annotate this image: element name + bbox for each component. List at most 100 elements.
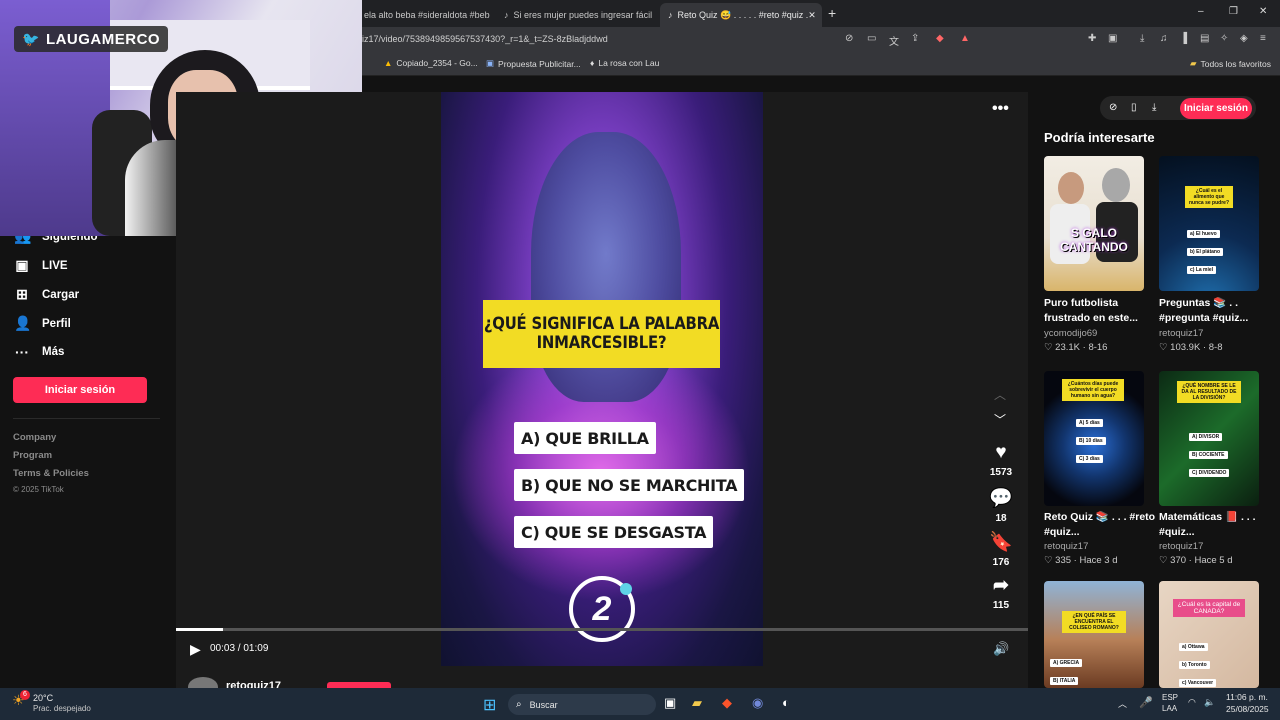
windows-start-icon[interactable]: ⊞ [483, 695, 496, 715]
progress-bar[interactable] [176, 628, 1028, 631]
card-title[interactable]: Reto Quiz 📚 . . . #reto #quiz... [1044, 510, 1156, 540]
comment-button[interactable]: 💬 18 [985, 486, 1017, 524]
folder-icon: ▰ [1190, 58, 1197, 68]
tray-chevron-icon[interactable]: ︿ [1118, 697, 1127, 710]
card-title[interactable]: Matemáticas 📕 . . . #quiz... [1159, 510, 1271, 540]
media-icon[interactable]: ♫ [1160, 33, 1168, 44]
url-field[interactable]: iz17/video/7538949859567537430?_r=1&_t=Z… [362, 34, 608, 44]
bookmark-3-label: La rosa con Lau [598, 58, 660, 68]
card-meta: ♡ 335 · Hace 3 d [1044, 555, 1118, 566]
sidebar-item-profile[interactable]: 👤 Perfil [14, 315, 71, 332]
sidebar-item-more[interactable]: ··· Más [14, 344, 64, 360]
discord-icon[interactable]: ◉ [752, 695, 763, 711]
card-option: a) Ottawa [1179, 643, 1208, 651]
chevron-down-icon[interactable]: ﹀ [994, 411, 1006, 428]
card-user[interactable]: retoquiz17 [1159, 328, 1203, 339]
card-meta: ♡ 23.1K · 8-16 [1044, 342, 1108, 353]
sidebar-item-label: Perfil [42, 317, 71, 330]
video-card[interactable]: ¿QUÉ NOMBRE SE LE DA AL RESULTADO DE LA … [1159, 371, 1259, 506]
card-title[interactable]: Preguntas 📚 . . #pregunta #quiz... [1159, 296, 1271, 326]
video-card[interactable]: ¿Cuál es el alimento que nunca se pudre?… [1159, 156, 1259, 291]
taskbar-search[interactable]: ⌕ Buscar [508, 694, 656, 715]
tab-2[interactable]: ♪ Si eres mujer puedes ingresar fácil a [496, 3, 654, 27]
card-user[interactable]: retoquiz17 [1044, 541, 1088, 552]
video-card[interactable]: S GALO CANTANDO [1044, 156, 1144, 291]
login-button-top[interactable]: Iniciar sesión [1180, 98, 1252, 119]
card-title[interactable]: Puro futbolista frustrado en este... [1044, 296, 1156, 326]
tab-3-label: Reto Quiz 😅 . . . . . #reto #quiz . [677, 9, 809, 20]
extensions-icon[interactable]: ✚ [1088, 33, 1096, 44]
volume-icon[interactable]: 🔊 [993, 641, 1009, 657]
lang-layout: LAA [1162, 704, 1178, 713]
divider [13, 418, 160, 419]
vpn-icon[interactable]: ◈ [1240, 33, 1248, 44]
brave-shield-icon[interactable]: ◆ [936, 33, 944, 44]
heart-outline-icon: ♡ [1044, 342, 1053, 353]
close-window-button[interactable]: ✕ [1259, 6, 1267, 17]
page-icon: ♦ [590, 58, 595, 68]
like-button[interactable]: ♥ 1573 [985, 442, 1017, 478]
save-button[interactable]: 🔖 176 [985, 530, 1017, 568]
sidebar-toggle-icon[interactable]: ▐ [1180, 33, 1187, 44]
video-card[interactable]: ¿Cuál es la capital de CANADA? a) Ottawa… [1159, 581, 1259, 688]
brave-icon[interactable]: ◆ [722, 695, 732, 711]
phone-icon[interactable]: ▯ [1131, 102, 1137, 113]
rewards-icon[interactable]: ▲ [960, 33, 970, 44]
screenshot-icon[interactable]: ▣ [1108, 33, 1117, 44]
video-card[interactable]: ¿Cuántos días puede sobrevivir el cuerpo… [1044, 371, 1144, 506]
more-options-icon[interactable]: ••• [992, 100, 1009, 118]
new-tab-button[interactable]: + [828, 5, 836, 21]
video-card[interactable]: ¿EN QUÉ PAÍS SE ENCUENTRA EL COLISEO ROM… [1044, 581, 1144, 688]
footer-program[interactable]: Program [13, 450, 52, 461]
bookmark-icon: 🔖 [989, 532, 1013, 553]
wallet-icon[interactable]: ▤ [1200, 33, 1209, 44]
like-count: 1573 [989, 467, 1013, 478]
wifi-icon[interactable]: ◠ [1188, 697, 1196, 708]
card-likes: 103.9K [1170, 342, 1201, 353]
card-option: C) 3 días [1076, 455, 1103, 463]
timecode: 00:03 / 01:09 [210, 643, 269, 654]
reader-icon[interactable]: ⊘ [845, 33, 853, 44]
compass-icon[interactable]: ⊘ [1109, 102, 1117, 113]
task-view-icon[interactable]: ▣ [664, 695, 676, 711]
countdown-indicator [620, 583, 632, 595]
file-explorer-icon[interactable]: ▰ [692, 695, 702, 711]
menu-icon[interactable]: ≡ [1260, 33, 1266, 44]
obs-icon[interactable]: ◐ [782, 695, 790, 710]
minimize-button[interactable]: ‒ [1198, 6, 1204, 17]
heart-outline-icon: ♡ [1159, 555, 1168, 566]
share-button[interactable]: ➦ 115 [985, 574, 1017, 611]
login-button[interactable]: Iniciar sesión [13, 377, 147, 403]
card-user[interactable]: ycomodijo69 [1044, 328, 1097, 339]
translate-icon[interactable]: 文 [889, 33, 899, 48]
download-icon[interactable]: ⤓ [1140, 33, 1144, 44]
close-tab-icon[interactable]: ✕ [808, 10, 816, 21]
all-bookmarks-label: Todos los favoritos [1200, 58, 1271, 69]
download-app-icon[interactable]: ⤓ [1152, 102, 1156, 113]
all-bookmarks[interactable]: ▰ Todos los favoritos [1190, 58, 1271, 69]
clock-time[interactable]: 11:06 p. m. [1226, 692, 1268, 702]
sidebar-item-upload[interactable]: ⊞ Cargar [14, 286, 79, 303]
bookmark-1-label: Copiado_2354 - Go... [396, 58, 478, 68]
sidebar-item-live[interactable]: ▣ LIVE [14, 257, 67, 274]
card-user[interactable]: retoquiz17 [1159, 541, 1203, 552]
speaker-icon[interactable]: 🔈 [1204, 697, 1215, 708]
leo-icon[interactable]: ✧ [1220, 33, 1228, 44]
author-name[interactable]: retoquiz17 [226, 680, 281, 688]
heart-outline-icon: ♡ [1159, 342, 1168, 353]
lang-code[interactable]: ESP [1162, 693, 1178, 702]
bookmark-2[interactable]: ▣ Propuesta Publicitar... [486, 58, 581, 69]
bookmark-3[interactable]: ♦ La rosa con Lau [590, 58, 659, 68]
cast-icon[interactable]: ▭ [867, 33, 876, 44]
mic-icon[interactable]: 🎤 [1139, 696, 1153, 709]
footer-company[interactable]: Company [13, 432, 56, 443]
maximize-button[interactable]: ❐ [1229, 6, 1238, 17]
tab-1[interactable]: ela alto beba #sideraldota #bebaa [356, 3, 490, 27]
footer-terms[interactable]: Terms & Policies [13, 468, 89, 479]
share-icon[interactable]: ⇪ [911, 33, 919, 44]
tab-active[interactable]: ♪ Reto Quiz 😅 . . . . . #reto #quiz . ✕ [660, 3, 822, 27]
heart-outline-icon: ♡ [1044, 555, 1053, 566]
chevron-up-icon[interactable]: ︿ [994, 386, 1006, 403]
bookmark-1[interactable]: ▲ Copiado_2354 - Go... [384, 58, 478, 68]
play-icon[interactable]: ▶ [190, 641, 201, 658]
